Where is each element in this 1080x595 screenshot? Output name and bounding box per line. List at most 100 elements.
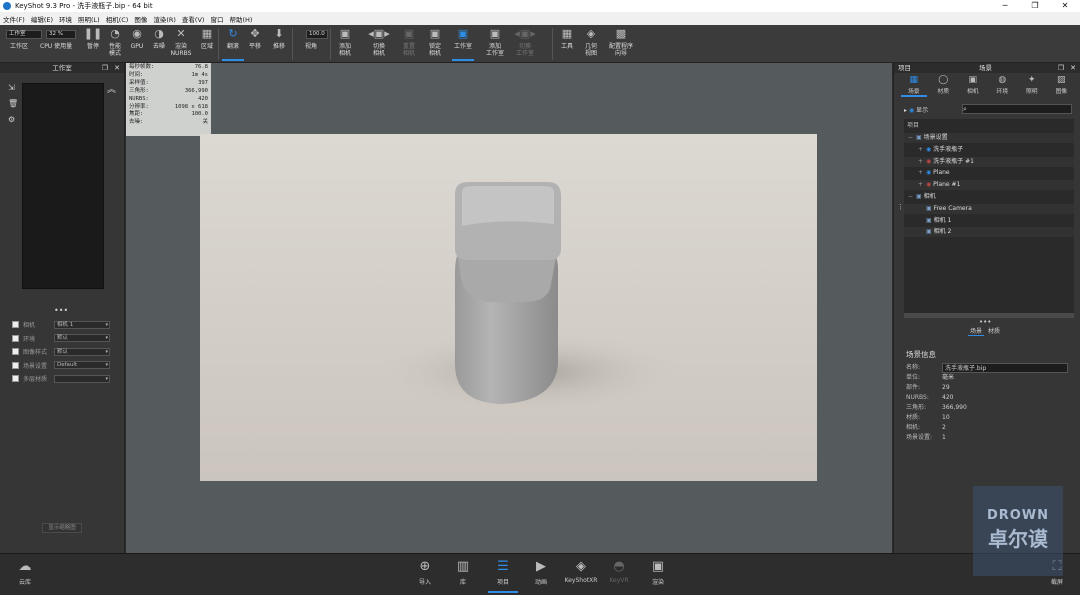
tree-item[interactable]: + ◉ Plane #1 (904, 180, 1074, 191)
menu-help[interactable]: 帮助(H) (229, 14, 252, 24)
toolbar-pan-button[interactable]: ✥ 平移 (244, 27, 266, 61)
toolbar-addstudio-button[interactable]: ▣ 添加 工作室 (484, 27, 506, 61)
info-value[interactable]: 洗手液瓶子.bip (942, 363, 1068, 373)
show-thumbnails-button[interactable]: 显示缩略图 (42, 523, 82, 533)
bottom-button-3[interactable]: ▶ 动画 (526, 557, 556, 593)
eye-icon[interactable]: ◉ (909, 107, 914, 114)
option-select[interactable]: 相机 1 (54, 320, 110, 329)
expand-toggle[interactable]: + (918, 145, 926, 155)
option-select[interactable] (54, 374, 110, 383)
close-button[interactable]: ✕ (1050, 0, 1080, 12)
toolbar-perf-button[interactable]: ◔ 性能 模式 (104, 27, 126, 61)
tree-item[interactable]: ▣ Free Camera (904, 203, 1074, 214)
toolbar-addcam-button[interactable]: ▣ 添加 相机 (334, 27, 356, 61)
tab-0[interactable]: ▦ 场景 (900, 75, 927, 97)
expand-toggle[interactable]: − (908, 133, 916, 143)
menu-image[interactable]: 图像 (134, 14, 147, 24)
option-select[interactable]: 默认 (54, 334, 110, 342)
toolbar-lockcam-button[interactable]: ▣ 锁定 相机 (424, 27, 446, 61)
option-select[interactable]: 默认 (54, 347, 110, 356)
panel-resize-handle[interactable]: ⋮ (897, 203, 904, 211)
toolbar-workspace-button[interactable]: ▭工作区 (8, 27, 30, 61)
bottom-button-6[interactable]: ▣ 渲染 (643, 557, 673, 593)
toolbar-tools-button[interactable]: ▦ 工具 (556, 27, 578, 61)
tree-item[interactable]: − ▣ 相机 (904, 192, 1074, 202)
tree-item[interactable]: + ◉ 洗手液瓶子 #1 (904, 156, 1074, 167)
cloud-library-button[interactable]: ☁ 云库 (10, 557, 40, 593)
menu-window[interactable]: 窗口 (210, 14, 223, 24)
hud-value: 1098 x 618 (174, 103, 208, 110)
tab-1[interactable]: ◯ 材质 (930, 75, 956, 97)
toolbar-geometry-button[interactable]: ◈ 几何 视图 (580, 27, 602, 61)
menu-edit[interactable]: 编辑(E) (31, 14, 53, 24)
tree-item[interactable]: + ◉ Plane (904, 168, 1074, 178)
toolbar-cpu-button[interactable]: ▥CPU 使用量 (40, 27, 72, 61)
option-select[interactable]: Default (54, 361, 110, 369)
maximize-button[interactable]: ❐ (1020, 0, 1050, 12)
tools-icon: ▦ (561, 27, 573, 40)
tree-item[interactable]: − ▣ 场景设置 (904, 133, 1074, 143)
menu-environment[interactable]: 环境 (59, 14, 72, 24)
bottom-button-4[interactable]: ◈ KeyShotXR (562, 557, 600, 593)
toolbar-studio-button[interactable]: ▣ 工作室 (452, 27, 474, 61)
toolbar-switchstudio-button[interactable]: ◂▣▸ 切换 工作室 (514, 27, 536, 61)
render-canvas[interactable] (200, 134, 817, 481)
bottom-button-5[interactable]: ◓ KeyVR (604, 557, 634, 593)
gpu-icon: ◉ (132, 27, 142, 40)
toolbar-nurbs-button[interactable]: ✕ 渲染 NURBS (170, 27, 192, 61)
expand-toggle[interactable]: + (918, 157, 926, 167)
studio-list[interactable] (22, 83, 104, 289)
tab-2[interactable]: ▣ 相机 (960, 75, 986, 97)
tab-4[interactable]: ✦ 照明 (1019, 75, 1045, 97)
show-filter[interactable]: ▸ ◉ 显示 (904, 105, 928, 114)
minimize-button[interactable]: ─ (990, 0, 1020, 12)
trash-icon[interactable]: 🗑 (8, 99, 18, 108)
undock-icon[interactable]: ❐ (102, 63, 108, 73)
play-icon[interactable]: ▸ (904, 107, 907, 114)
expand-toggle[interactable]: + (918, 168, 926, 178)
option-checkbox[interactable] (12, 361, 19, 369)
collapse-icon[interactable]: ︽ (107, 82, 116, 95)
undock-icon[interactable]: ❐ (1058, 63, 1064, 73)
option-checkbox[interactable] (12, 334, 19, 342)
menu-lighting[interactable]: 照明(L) (78, 14, 100, 24)
expand-toggle[interactable]: − (908, 192, 916, 202)
gear-icon[interactable]: ⚙ (8, 115, 15, 124)
toolbar-resetcam-button[interactable]: ▣ 重置 相机 (398, 27, 420, 61)
subtab-scene[interactable]: 场景 (968, 328, 985, 336)
toolbar-configurator-button[interactable]: ▩ 配置程序 向导 (606, 27, 636, 61)
tree-item[interactable]: ▣ 相机 2 (904, 227, 1074, 238)
toolbar-denoise-button[interactable]: ◑ 去噪 (148, 27, 170, 61)
option-checkbox[interactable] (12, 348, 19, 355)
resize-handle[interactable]: ••• (54, 306, 68, 315)
option-checkbox[interactable] (12, 375, 19, 382)
menu-render[interactable]: 渲染(R) (153, 14, 176, 24)
resize-handle[interactable]: ••• (979, 318, 991, 326)
bottom-icon: ⊕ (419, 559, 431, 574)
bottom-button-2[interactable]: ☰ 项目 (488, 557, 518, 593)
tree-item[interactable]: + ◉ 洗手液瓶子 (904, 145, 1074, 155)
toolbar-switchcam-button[interactable]: ◂▣▸ 切换 相机 (368, 27, 390, 61)
tab-3[interactable]: ◍ 环境 (989, 75, 1015, 97)
toolbar-tumble-button[interactable]: ↻ 翻滚 (222, 27, 244, 61)
close-panel-icon[interactable]: ✕ (1070, 63, 1076, 73)
expand-toggle[interactable]: + (918, 180, 926, 190)
render-viewport[interactable]: 每秒帧数: 76.8 时间: 1m 4s 采样值: 397 三角形: 366,990 NURBS… (126, 63, 892, 553)
subtab-material[interactable]: 材质 (986, 328, 1002, 335)
bottom-button-1[interactable]: ▥ 库 (448, 557, 478, 593)
close-panel-icon[interactable]: ✕ (114, 63, 120, 73)
tree-item[interactable]: ▣ 相机 1 (904, 216, 1074, 226)
toolbar-dolly-button[interactable]: ⬇ 推移 (268, 27, 290, 61)
menu-camera[interactable]: 相机(C) (106, 14, 129, 24)
tab-5[interactable]: ▨ 图像 (1048, 75, 1074, 97)
toolbar-fov-button[interactable]: ▤视角 (300, 27, 322, 61)
search-input[interactable]: ⌕ (962, 104, 1072, 114)
option-checkbox[interactable] (12, 321, 19, 328)
import-icon[interactable]: ⇲ (8, 83, 15, 92)
toolbar-pause-button[interactable]: ❚❚ 暂停 (82, 27, 104, 61)
toolbar-region-button[interactable]: ▦ 区域 (196, 27, 218, 61)
menu-view[interactable]: 查看(V) (182, 14, 205, 24)
bottom-button-0[interactable]: ⊕ 导入 (410, 557, 440, 593)
toolbar-gpu-button[interactable]: ◉ GPU (126, 27, 148, 61)
menu-file[interactable]: 文件(F) (3, 14, 25, 24)
